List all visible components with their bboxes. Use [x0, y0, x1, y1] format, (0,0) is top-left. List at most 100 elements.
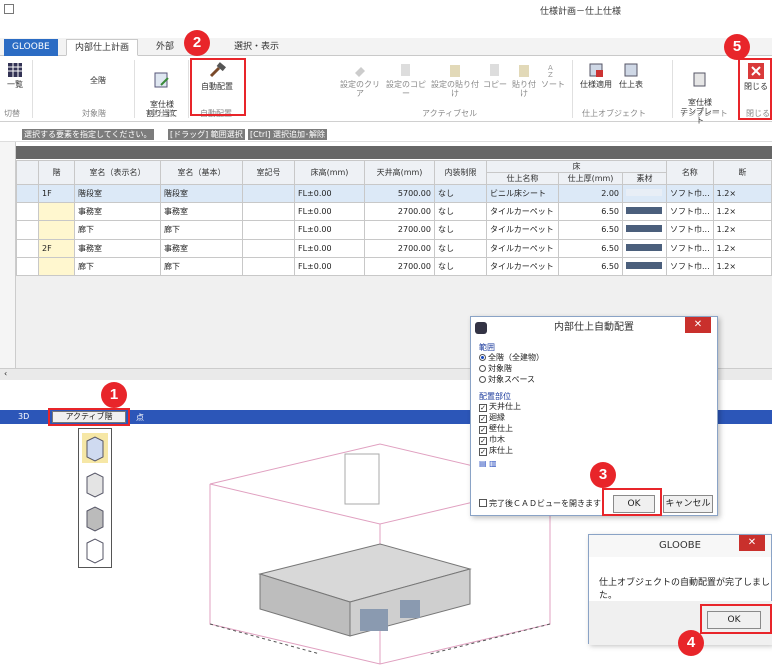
cell-finish-thickness[interactable]: 6.50 [558, 256, 623, 277]
cell-floor[interactable]: 2F [38, 238, 75, 258]
all-floors-button[interactable]: 全階 [78, 76, 118, 85]
cell-room-base[interactable]: 事務室 [160, 238, 243, 258]
cell-more[interactable]: 1.2× [712, 256, 772, 277]
cell-blank[interactable] [16, 256, 39, 277]
table-row[interactable]: 1F 階段室 階段室 FL±0.00 5700.00 なし ビニル床シート 2.00 ソフト巾.… [16, 183, 772, 204]
cell-material[interactable] [622, 220, 667, 240]
cell-floor[interactable]: 1F [38, 183, 75, 204]
sort-button[interactable]: AZ ソート [540, 62, 566, 89]
cell-floor-height[interactable]: FL±0.00 [294, 238, 365, 258]
cell-finish-name[interactable]: ビニル床シート [486, 183, 559, 204]
part-ceiling-checkbox[interactable]: ✓ 天井仕上 [479, 402, 521, 412]
range-all-radio[interactable]: 全階（全建物） [479, 353, 544, 363]
cancel-button[interactable]: キャンセル [663, 495, 713, 513]
cell-room-base[interactable]: 階段室 [160, 183, 243, 204]
copy-button[interactable]: コピー [482, 62, 508, 89]
cell-material[interactable] [622, 183, 667, 204]
view-box-icon[interactable] [82, 433, 108, 463]
cell-more[interactable]: 1.2× [712, 220, 772, 240]
cell-material[interactable] [622, 256, 667, 277]
tab-exterior[interactable]: 外部 [148, 39, 182, 56]
cell-room-base[interactable]: 事務室 [160, 202, 243, 222]
range-space-radio[interactable]: 対象スペース [479, 375, 535, 385]
cell-floor-height[interactable]: FL±0.00 [294, 220, 365, 240]
paste-button[interactable]: 貼り付け [510, 62, 538, 98]
table-row[interactable]: 廊下 廊下 FL±0.00 2700.00 なし タイルカーペット 6.50 ソフト巾... 1… [16, 256, 772, 277]
cell-finish-thickness[interactable]: 6.50 [558, 238, 623, 258]
cell-finish-thickness[interactable]: 2.00 [558, 183, 623, 204]
table-row[interactable]: 廊下 廊下 FL±0.00 2700.00 なし タイルカーペット 6.50 ソフト巾... 1… [16, 220, 772, 240]
cell-finish-name[interactable]: タイルカーペット [486, 238, 559, 258]
cell-room-code[interactable] [242, 202, 295, 222]
cell-name[interactable]: ソフト巾... [666, 202, 714, 222]
cell-room-display[interactable]: 階段室 [74, 183, 161, 204]
table-row[interactable]: 事務室 事務室 FL±0.00 2700.00 なし タイルカーペット 6.50 ソフト巾..… [16, 202, 772, 222]
cell-room-base[interactable]: 廊下 [160, 220, 243, 240]
cell-interior-limit[interactable]: なし [434, 183, 487, 204]
cell-room-display[interactable]: 廊下 [74, 220, 161, 240]
cell-finish-name[interactable]: タイルカーペット [486, 220, 559, 240]
select-all-icons[interactable]: ▤ ▥ [479, 459, 497, 469]
cell-ceiling-height[interactable]: 5700.00 [364, 183, 435, 204]
cell-room-display[interactable]: 廊下 [74, 256, 161, 277]
cell-room-code[interactable] [242, 183, 295, 204]
cell-finish-name[interactable]: タイルカーペット [486, 202, 559, 222]
cell-name[interactable]: ソフト巾... [666, 183, 714, 204]
scroll-left-icon[interactable]: ‹ [4, 369, 7, 378]
cell-floor[interactable] [38, 220, 75, 240]
view-wire-icon[interactable] [82, 535, 108, 565]
cell-material[interactable] [622, 238, 667, 258]
cell-floor-height[interactable]: FL±0.00 [294, 256, 365, 277]
cell-interior-limit[interactable]: なし [434, 238, 487, 258]
cell-ceiling-height[interactable]: 2700.00 [364, 220, 435, 240]
cell-room-code[interactable] [242, 220, 295, 240]
dialog-close-button[interactable]: ✕ [739, 535, 765, 551]
cell-interior-limit[interactable]: なし [434, 256, 487, 277]
part-wall-checkbox[interactable]: ✓ 壁仕上 [479, 424, 513, 434]
cell-room-display[interactable]: 事務室 [74, 202, 161, 222]
tab-select-display[interactable]: 選択・表示 [226, 39, 287, 56]
paste-settings-button[interactable]: 設定の貼り付け [430, 62, 480, 98]
cell-name[interactable]: ソフト巾... [666, 220, 714, 240]
cell-floor[interactable] [38, 202, 75, 222]
apply-spec-button[interactable]: 仕様適用 [576, 62, 616, 89]
cell-material[interactable] [622, 202, 667, 222]
cell-floor[interactable] [38, 256, 75, 277]
part-baseboard-checkbox[interactable]: ✓ 巾木 [479, 435, 505, 445]
table-row[interactable]: 2F 事務室 事務室 FL±0.00 2700.00 なし タイルカーペット 6.50 ソフト巾… [16, 238, 772, 258]
part-molding-checkbox[interactable]: ✓ 廻縁 [479, 413, 505, 423]
cell-interior-limit[interactable]: なし [434, 220, 487, 240]
range-floor-radio[interactable]: 対象階 [479, 364, 512, 374]
view-solid-icon[interactable] [82, 503, 108, 533]
cell-room-display[interactable]: 事務室 [74, 238, 161, 258]
cell-floor-height[interactable]: FL±0.00 [294, 202, 365, 222]
cell-more[interactable]: 1.2× [712, 202, 772, 222]
cell-room-base[interactable]: 廊下 [160, 256, 243, 277]
cell-more[interactable]: 1.2× [712, 238, 772, 258]
cell-room-code[interactable] [242, 238, 295, 258]
cell-blank[interactable] [16, 238, 39, 258]
cell-floor-height[interactable]: FL±0.00 [294, 183, 365, 204]
cell-name[interactable]: ソフト巾... [666, 256, 714, 277]
cell-ceiling-height[interactable]: 2700.00 [364, 256, 435, 277]
cell-finish-name[interactable]: タイルカーペット [486, 256, 559, 277]
clear-settings-button[interactable]: 設定のクリア [338, 62, 382, 98]
open-cad-checkbox[interactable]: 完了後ＣＡＤビューを開きます [479, 499, 601, 509]
list-button[interactable]: 一覧 [2, 62, 28, 89]
tab-interior-finish[interactable]: 内部仕上計画 [66, 39, 139, 56]
view-partial-icon[interactable] [82, 469, 108, 499]
cell-finish-thickness[interactable]: 6.50 [558, 220, 623, 240]
cell-interior-limit[interactable]: なし [434, 202, 487, 222]
dialog-close-button[interactable]: ✕ [685, 317, 711, 333]
cell-name[interactable]: ソフト巾... [666, 238, 714, 258]
cell-blank[interactable] [16, 202, 39, 222]
part-floor-checkbox[interactable]: ✓ 床仕上 [479, 446, 513, 456]
cell-blank[interactable] [16, 220, 39, 240]
cell-finish-thickness[interactable]: 6.50 [558, 202, 623, 222]
copy-settings-button[interactable]: 設定のコピー [384, 62, 428, 98]
cell-ceiling-height[interactable]: 2700.00 [364, 238, 435, 258]
cell-blank[interactable] [16, 183, 39, 204]
tab-gloobe[interactable]: GLOOBE [4, 39, 58, 56]
cell-room-code[interactable] [242, 256, 295, 277]
cell-more[interactable]: 1.2× [712, 183, 772, 204]
